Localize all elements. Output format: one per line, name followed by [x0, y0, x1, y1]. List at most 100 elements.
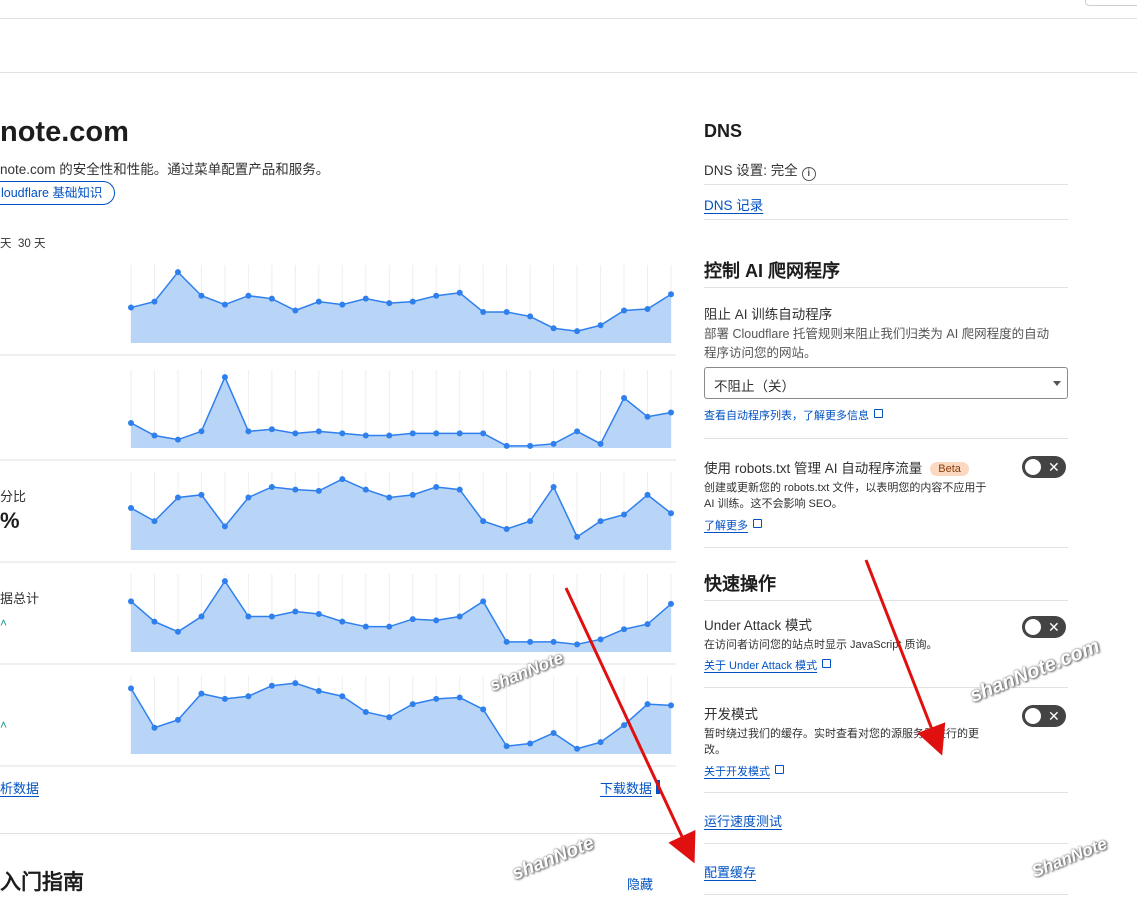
chart-point[interactable]: [362, 486, 369, 493]
chart-point[interactable]: [245, 613, 252, 620]
chart-point[interactable]: [527, 313, 534, 320]
chart-point[interactable]: [409, 491, 416, 498]
speed-test-link[interactable]: 运行速度测试: [704, 811, 782, 830]
chart-point[interactable]: [245, 428, 252, 435]
chart-point[interactable]: [527, 638, 534, 645]
cloudflare-basics-button[interactable]: loudflare 基础知识: [0, 181, 116, 205]
chart-point[interactable]: [433, 292, 440, 299]
dns-records-link[interactable]: DNS 记录: [704, 194, 763, 214]
chart-point[interactable]: [456, 613, 463, 620]
chart-point[interactable]: [268, 426, 275, 433]
chart-point[interactable]: [668, 600, 674, 607]
chart-point[interactable]: [480, 430, 487, 437]
chart-point[interactable]: [433, 430, 440, 437]
chart-point[interactable]: [268, 483, 275, 490]
chart-point[interactable]: [315, 298, 322, 305]
chart-point[interactable]: [386, 300, 393, 307]
under-attack-link[interactable]: 关于 Under Attack 模式: [704, 657, 832, 673]
block-ai-select[interactable]: 不阻止（关）: [704, 367, 1068, 399]
chart-point[interactable]: [644, 621, 651, 628]
chart-point[interactable]: [362, 623, 369, 630]
chart-point[interactable]: [292, 486, 299, 493]
chart-point[interactable]: [480, 706, 487, 713]
chart-point[interactable]: [409, 616, 416, 623]
view-analytics-link[interactable]: 析数据: [0, 778, 39, 797]
chart-point[interactable]: [198, 491, 205, 498]
chart-point[interactable]: [151, 432, 158, 439]
chart-point[interactable]: [315, 487, 322, 494]
chart-point[interactable]: [550, 325, 557, 332]
range-option-30-days[interactable]: 30 天: [18, 235, 46, 251]
chart-point[interactable]: [550, 638, 557, 645]
robots-toggle[interactable]: ✕: [1022, 456, 1066, 478]
hide-guide-link[interactable]: 隐藏: [627, 874, 653, 893]
chart-point[interactable]: [644, 701, 651, 708]
chart-point[interactable]: [503, 638, 510, 645]
chart-point[interactable]: [597, 636, 604, 643]
chart-point[interactable]: [339, 618, 346, 625]
chart-point[interactable]: [456, 289, 463, 296]
chart-point[interactable]: [480, 308, 487, 315]
dev-mode-link[interactable]: 关于开发模式: [704, 763, 784, 779]
info-icon[interactable]: i: [801, 167, 816, 181]
chart-point[interactable]: [550, 440, 557, 447]
chart-point[interactable]: [315, 428, 322, 435]
chart-point[interactable]: [644, 413, 651, 420]
chart-point[interactable]: [409, 298, 416, 305]
bot-list-link[interactable]: 查看自动程序列表，了解更多信息: [704, 407, 883, 423]
chart-point[interactable]: [174, 628, 181, 635]
chart-point[interactable]: [151, 518, 158, 525]
chart-point[interactable]: [644, 306, 651, 313]
chart-point[interactable]: [433, 483, 440, 490]
chart-point[interactable]: [362, 295, 369, 302]
chart-point[interactable]: [550, 483, 557, 490]
chart-point[interactable]: [151, 724, 158, 731]
chart-point[interactable]: [621, 394, 628, 401]
chart-point[interactable]: [668, 702, 674, 709]
chart-point[interactable]: [574, 641, 581, 648]
chart-point[interactable]: [668, 291, 674, 298]
chart-point[interactable]: [128, 504, 134, 511]
chart-point[interactable]: [456, 430, 463, 437]
chart-point[interactable]: [128, 304, 134, 311]
chart-point[interactable]: [339, 301, 346, 308]
chart-point[interactable]: [386, 432, 393, 439]
chart-point[interactable]: [292, 430, 299, 437]
chart-point[interactable]: [128, 685, 134, 692]
chart-point[interactable]: [668, 510, 674, 517]
chart-point[interactable]: [597, 739, 604, 746]
chart-point[interactable]: [221, 374, 228, 381]
chart-point[interactable]: [503, 442, 510, 449]
chart-point[interactable]: [315, 611, 322, 618]
chart-point[interactable]: [268, 613, 275, 620]
chart-point[interactable]: [292, 307, 299, 314]
chart-point[interactable]: [386, 494, 393, 501]
chart-point[interactable]: [574, 533, 581, 540]
chart-point[interactable]: [245, 693, 252, 700]
chart-point[interactable]: [409, 701, 416, 708]
chart-point[interactable]: [292, 680, 299, 687]
chart-point[interactable]: [527, 740, 534, 747]
chart-point[interactable]: [621, 307, 628, 314]
chart-point[interactable]: [527, 442, 534, 449]
chart-point[interactable]: [221, 523, 228, 530]
configure-cache-link[interactable]: 配置缓存: [704, 862, 756, 881]
chart-point[interactable]: [362, 432, 369, 439]
chart-point[interactable]: [480, 598, 487, 605]
chart-point[interactable]: [128, 419, 134, 426]
chart-point[interactable]: [503, 743, 510, 750]
chart-point[interactable]: [339, 430, 346, 437]
chart-point[interactable]: [198, 428, 205, 435]
chart-point[interactable]: [315, 687, 322, 694]
chart-point[interactable]: [480, 518, 487, 525]
chart-point[interactable]: [174, 436, 181, 443]
chart-point[interactable]: [574, 328, 581, 335]
chart-point[interactable]: [456, 694, 463, 701]
chart-point[interactable]: [245, 494, 252, 501]
chart-point[interactable]: [644, 491, 651, 498]
chart-point[interactable]: [386, 623, 393, 630]
under-attack-toggle[interactable]: ✕: [1022, 616, 1066, 638]
chart-point[interactable]: [597, 322, 604, 329]
chart-point[interactable]: [174, 494, 181, 501]
chart-point[interactable]: [245, 292, 252, 299]
